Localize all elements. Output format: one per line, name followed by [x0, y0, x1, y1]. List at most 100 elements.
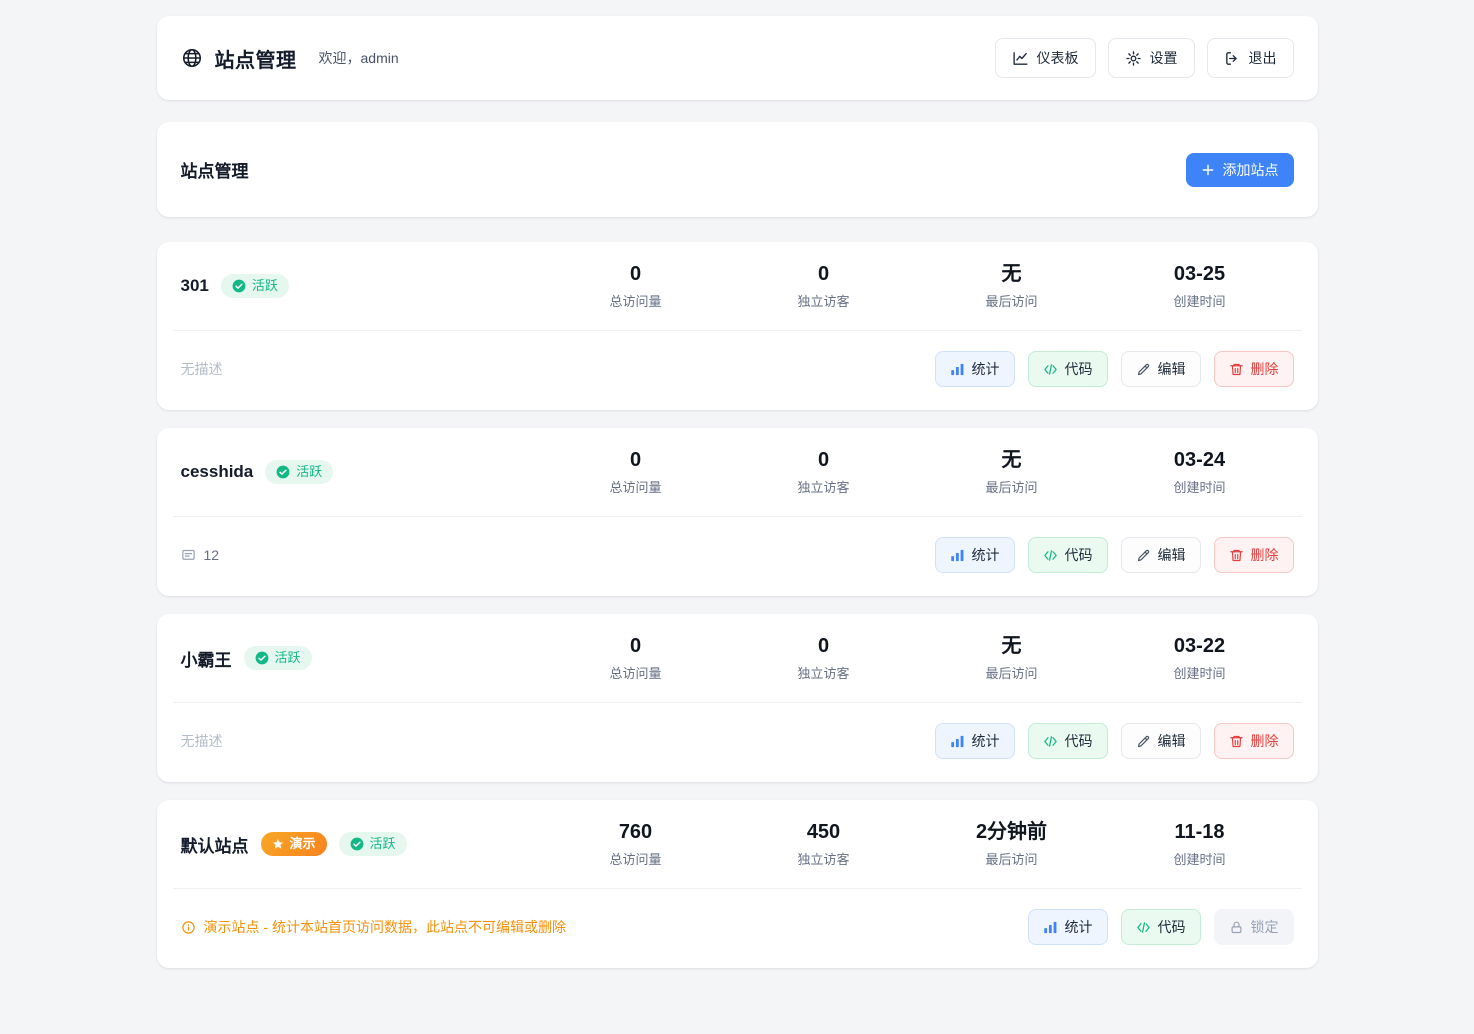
status-badge-label: 活跃 — [296, 464, 322, 480]
site-description: 演示站点 - 统计本站首页访问数据，此站点不可编辑或删除 — [181, 917, 566, 937]
site-actions: 统计 代码 编辑 删除 — [935, 351, 1294, 387]
site-card-top: 默认站点 演示 活跃 760 总访问量 — [157, 800, 1318, 888]
message-square-icon — [181, 548, 196, 563]
site-identity: 默认站点 演示 活跃 — [181, 832, 407, 857]
edit-button[interactable]: 编辑 — [1121, 351, 1201, 387]
stat-unique-visitors: 0 独立访客 — [730, 262, 918, 310]
status-badge-label: 活跃 — [275, 650, 301, 666]
stat-value: 760 — [542, 820, 730, 844]
site-description-text: 演示站点 - 统计本站首页访问数据，此站点不可编辑或删除 — [204, 917, 566, 937]
site-actions: 统计 代码 锁定 — [1028, 909, 1294, 945]
stat-label: 创建时间 — [1106, 291, 1294, 310]
stat-label: 独立访客 — [730, 477, 918, 496]
stat-total-visits: 0 总访问量 — [542, 262, 730, 310]
code-button[interactable]: 代码 — [1121, 909, 1201, 945]
toolbar: 站点管理 添加站点 — [157, 122, 1318, 217]
pencil-icon — [1136, 362, 1151, 377]
delete-button[interactable]: 删除 — [1214, 723, 1294, 759]
site-identity: cesshida 活跃 — [181, 460, 334, 484]
stat-label: 创建时间 — [1106, 849, 1294, 868]
stat-unique-visitors: 450 独立访客 — [730, 820, 918, 868]
globe-icon — [181, 47, 203, 69]
stat-value: 无 — [918, 262, 1106, 286]
stat-total-visits: 760 总访问量 — [542, 820, 730, 868]
site-actions: 统计 代码 编辑 删除 — [935, 723, 1294, 759]
stat-value: 0 — [730, 262, 918, 286]
stat-label: 最后访问 — [918, 291, 1106, 310]
delete-button[interactable]: 删除 — [1214, 537, 1294, 573]
stat-unique-visitors: 0 独立访客 — [730, 448, 918, 496]
site-card-top: cesshida 活跃 0 总访问量 0 独立访客 无 — [157, 428, 1318, 516]
code-button[interactable]: 代码 — [1028, 351, 1108, 387]
stat-unique-visitors: 0 独立访客 — [730, 634, 918, 682]
stats-button-label: 统计 — [1065, 917, 1093, 937]
stats-button[interactable]: 统计 — [1028, 909, 1108, 945]
settings-button[interactable]: 设置 — [1108, 38, 1195, 78]
check-circle-icon — [255, 651, 269, 665]
bar-chart-icon — [950, 548, 965, 563]
stat-created: 03-25 创建时间 — [1106, 262, 1294, 310]
code-icon — [1043, 362, 1058, 377]
stats-button[interactable]: 统计 — [935, 537, 1015, 573]
site-name: 小霸王 — [181, 646, 232, 671]
stats-button-label: 统计 — [972, 359, 1000, 379]
trash-icon — [1229, 362, 1244, 377]
stats-button[interactable]: 统计 — [935, 723, 1015, 759]
stats-button[interactable]: 统计 — [935, 351, 1015, 387]
code-icon — [1043, 548, 1058, 563]
pencil-icon — [1136, 734, 1151, 749]
demo-badge: 演示 — [261, 832, 327, 856]
site-card-top: 小霸王 活跃 0 总访问量 0 独立访客 无 — [157, 614, 1318, 702]
stat-last-visit: 无 最后访问 — [918, 262, 1106, 310]
stat-value: 0 — [542, 262, 730, 286]
delete-button-label: 删除 — [1251, 359, 1279, 379]
plus-icon — [1201, 163, 1215, 177]
code-button[interactable]: 代码 — [1028, 723, 1108, 759]
check-circle-icon — [232, 279, 246, 293]
check-circle-icon — [350, 837, 364, 851]
site-stats: 0 总访问量 0 独立访客 无 最后访问 03-25 创建时间 — [542, 262, 1294, 310]
edit-button[interactable]: 编辑 — [1121, 537, 1201, 573]
site-description: 无描述 — [181, 359, 223, 379]
status-badge-label: 活跃 — [252, 278, 278, 294]
status-badge-active: 活跃 — [221, 274, 289, 298]
stat-label: 总访问量 — [542, 291, 730, 310]
delete-button[interactable]: 删除 — [1214, 351, 1294, 387]
logout-icon — [1224, 50, 1241, 67]
site-stats: 760 总访问量 450 独立访客 2分钟前 最后访问 11-18 创建时间 — [542, 820, 1294, 868]
page-title: 站点管理 — [215, 44, 297, 73]
bar-chart-icon — [950, 734, 965, 749]
header-bar: 站点管理 欢迎，admin 仪表板 设置 — [157, 16, 1318, 100]
stat-value: 无 — [918, 448, 1106, 472]
site-description: 无描述 — [181, 731, 223, 751]
stat-label: 创建时间 — [1106, 663, 1294, 682]
site-card-bottom: 无描述 统计 代码 编辑 — [157, 331, 1318, 410]
info-icon — [181, 920, 196, 935]
add-site-button[interactable]: 添加站点 — [1186, 153, 1294, 187]
stat-value: 0 — [542, 634, 730, 658]
status-badge-active: 活跃 — [339, 832, 407, 856]
code-button[interactable]: 代码 — [1028, 537, 1108, 573]
stat-value: 450 — [730, 820, 918, 844]
dashboard-button[interactable]: 仪表板 — [995, 38, 1096, 78]
logout-button[interactable]: 退出 — [1207, 38, 1294, 78]
code-button-label: 代码 — [1158, 917, 1186, 937]
pencil-icon — [1136, 548, 1151, 563]
edit-button[interactable]: 编辑 — [1121, 723, 1201, 759]
site-card-bottom: 演示站点 - 统计本站首页访问数据，此站点不可编辑或删除 统计 代码 — [157, 889, 1318, 968]
stat-label: 独立访客 — [730, 663, 918, 682]
trash-icon — [1229, 734, 1244, 749]
stat-created: 11-18 创建时间 — [1106, 820, 1294, 868]
header-left: 站点管理 欢迎，admin — [181, 44, 399, 73]
stat-value: 0 — [730, 448, 918, 472]
stat-label: 最后访问 — [918, 477, 1106, 496]
stat-label: 独立访客 — [730, 849, 918, 868]
site-name: cesshida — [181, 462, 254, 482]
stat-label: 独立访客 — [730, 291, 918, 310]
stat-created: 03-24 创建时间 — [1106, 448, 1294, 496]
stat-value: 03-24 — [1106, 448, 1294, 472]
site-card: 301 活跃 0 总访问量 0 独立访客 无 — [157, 242, 1318, 410]
site-actions: 统计 代码 编辑 删除 — [935, 537, 1294, 573]
stat-created: 03-22 创建时间 — [1106, 634, 1294, 682]
welcome-text: 欢迎，admin — [319, 48, 399, 68]
